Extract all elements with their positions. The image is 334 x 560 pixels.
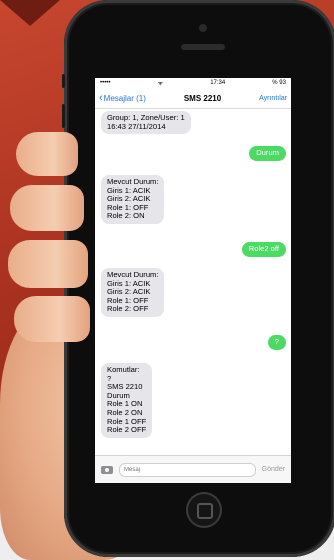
- earpiece-speaker: [181, 44, 225, 50]
- compose-bar: Gönder: [95, 455, 291, 483]
- message-input[interactable]: [119, 462, 256, 477]
- status-bar: ••••• ᯤ 17:34 % 93: [95, 78, 291, 88]
- send-button[interactable]: Gönder: [262, 466, 285, 473]
- message-thread: Group: 1, Zone/User: 1 16:43 27/11/2014 …: [95, 109, 291, 439]
- wifi-icon: ᯤ: [157, 81, 164, 87]
- volume-up-button: [62, 104, 65, 128]
- navigation-bar: ‹ Mesajlar (1) SMS 2210 Ayrıntılar: [95, 88, 291, 109]
- mute-switch: [62, 74, 65, 88]
- hand-finger: [14, 296, 90, 342]
- conversation-title: SMS 2210: [183, 93, 222, 103]
- details-button[interactable]: Ayrıntılar: [259, 95, 287, 102]
- front-camera: [199, 24, 207, 32]
- battery-indicator: % 93: [272, 80, 286, 86]
- phone-screen: ••••• ᯤ 17:34 % 93 ‹ Mesajlar (1) SMS 22…: [95, 78, 291, 483]
- message-outgoing: Durum: [249, 146, 286, 161]
- message-outgoing: ?: [267, 335, 286, 350]
- message-incoming: Group: 1, Zone/User: 1 16:43 27/11/2014: [101, 111, 191, 135]
- hand-finger: [10, 185, 84, 231]
- home-button[interactable]: [186, 492, 222, 528]
- back-label: Mesajlar (1): [103, 93, 146, 103]
- chevron-left-icon: ‹: [99, 92, 103, 104]
- status-time: 17:34: [210, 80, 226, 86]
- camera-icon[interactable]: [101, 465, 113, 474]
- signal-indicator: •••••: [100, 80, 111, 86]
- message-incoming: Mevcut Durum: Giris 1: ACIK Giris 2: ACI…: [101, 175, 165, 224]
- hand-finger: [16, 132, 78, 176]
- hand-finger: [8, 240, 88, 288]
- back-button[interactable]: ‹ Mesajlar (1): [99, 92, 146, 104]
- message-incoming: Komutlar: ? SMS 2210 Durum Role 1 ON Rol…: [101, 363, 153, 438]
- message-outgoing: Role2 off: [241, 242, 286, 257]
- iphone: ••••• ᯤ 17:34 % 93 ‹ Mesajlar (1) SMS 22…: [62, 0, 334, 557]
- message-incoming: Mevcut Durum: Giris 1: ACIK Giris 2: ACI…: [101, 268, 165, 317]
